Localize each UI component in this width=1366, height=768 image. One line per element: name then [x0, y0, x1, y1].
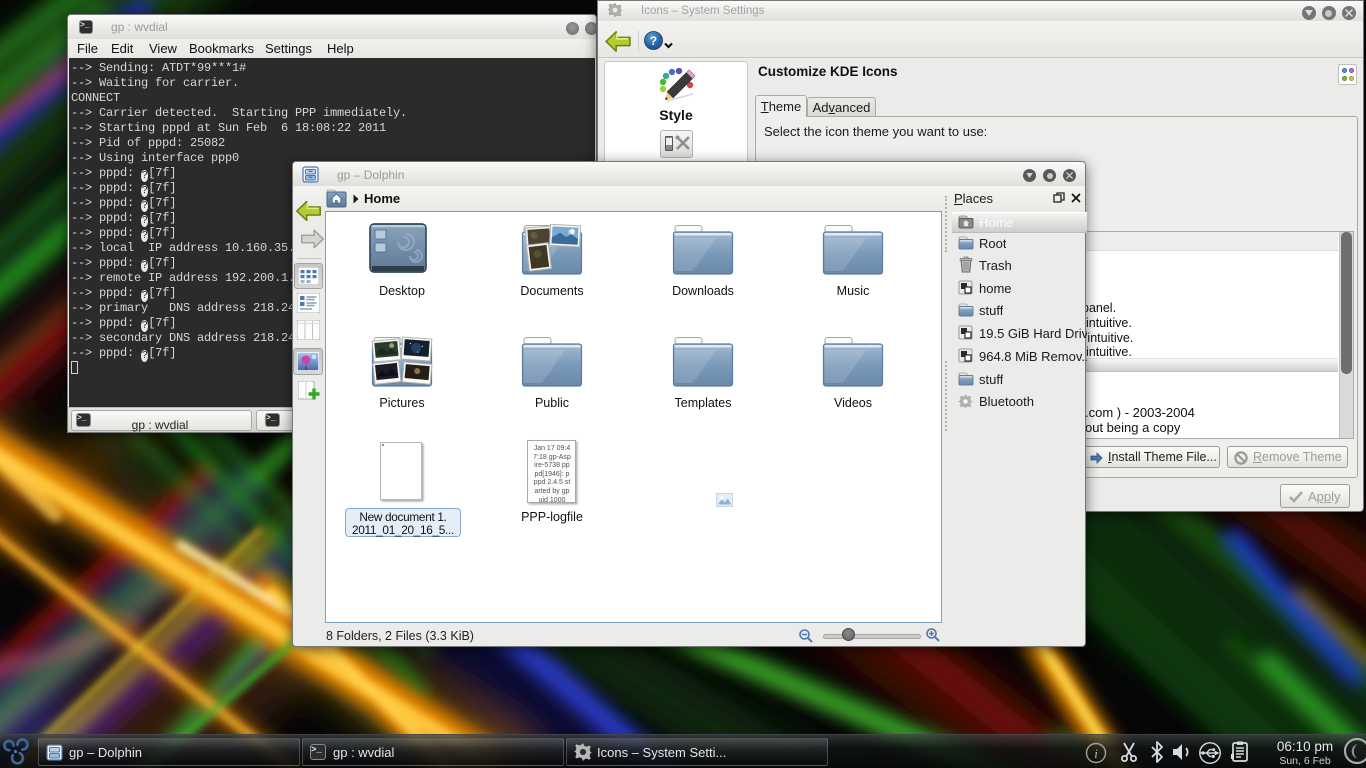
svg-text:?: ?	[650, 35, 657, 48]
svg-text:i: i	[1094, 746, 1098, 761]
svg-text:08: 08	[568, 230, 576, 236]
